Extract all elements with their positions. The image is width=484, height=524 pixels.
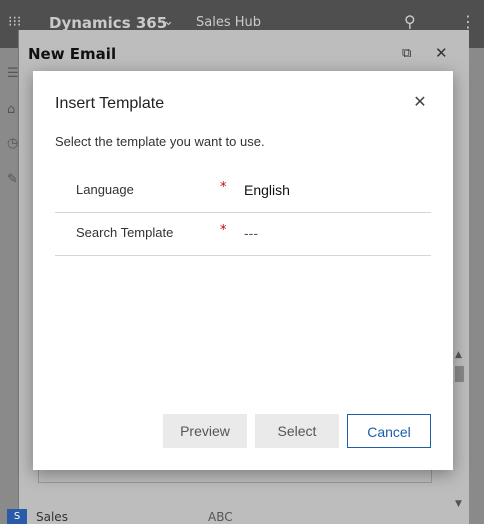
home-icon[interactable]: ⌂	[7, 102, 15, 117]
pin-icon[interactable]: ✎	[7, 172, 18, 187]
scroll-up-arrow[interactable]: ▲	[455, 350, 462, 360]
app-hub-name: Sales Hub	[196, 15, 261, 30]
dialog-description: Select the template you want to use.	[55, 134, 265, 149]
scrollbar-thumb[interactable]	[455, 366, 464, 382]
search-template-row: Search Template * ---	[55, 213, 431, 256]
search-template-label: Search Template	[76, 225, 174, 240]
cancel-button[interactable]: Cancel	[347, 414, 431, 448]
required-indicator: *	[220, 180, 227, 195]
email-window-title: New Email	[28, 45, 117, 63]
recent-icon[interactable]: ◷	[7, 136, 18, 151]
popout-icon[interactable]: ⧉	[402, 46, 411, 61]
background-abc-value: ABC	[208, 510, 233, 524]
preview-button[interactable]: Preview	[163, 414, 247, 448]
hamburger-icon[interactable]: ☰	[7, 66, 19, 81]
select-button[interactable]: Select	[255, 414, 339, 448]
dialog-close-icon[interactable]: ✕	[411, 93, 429, 111]
background-sales-label: Sales	[36, 510, 68, 524]
sales-avatar: S	[7, 509, 27, 524]
app-launcher-icon[interactable]: ⁝⁝⁝	[8, 14, 24, 30]
scroll-down-arrow[interactable]: ▼	[455, 499, 462, 509]
search-template-input[interactable]: ---	[244, 225, 258, 241]
search-icon[interactable]: ⚲	[404, 12, 416, 31]
language-row: Language * English	[55, 170, 431, 213]
insert-template-dialog: Insert Template ✕ Select the template yo…	[33, 71, 453, 470]
language-label: Language	[76, 182, 134, 197]
required-indicator: *	[220, 223, 227, 238]
close-icon[interactable]: ✕	[435, 44, 448, 62]
chevron-down-icon[interactable]: ⌄	[163, 14, 174, 29]
background-field	[38, 470, 432, 483]
language-value[interactable]: English	[244, 182, 290, 198]
dialog-title: Insert Template	[55, 95, 165, 112]
more-options-icon[interactable]: ⋮	[460, 12, 476, 31]
